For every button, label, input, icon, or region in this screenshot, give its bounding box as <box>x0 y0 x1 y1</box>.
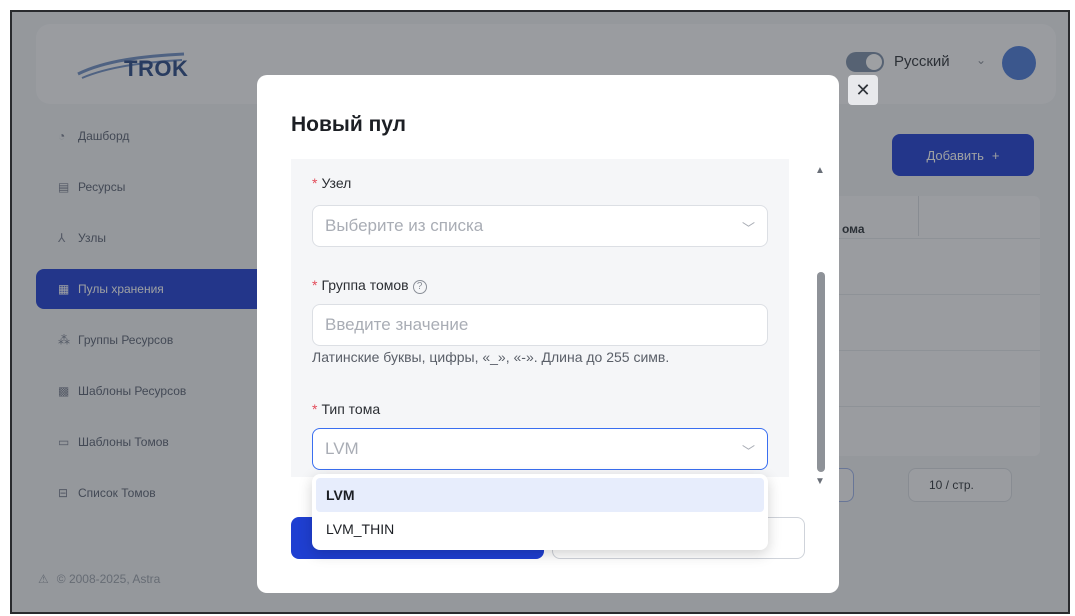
chevron-down-icon: ﹀ <box>741 444 755 459</box>
scroll-up-arrow-icon[interactable]: ▲ <box>815 165 825 176</box>
required-marker: * <box>312 277 318 293</box>
volume-group-label-text: Группа томов <box>321 277 409 293</box>
dialog-title: Новый пул <box>291 113 407 136</box>
volume-type-dropdown: LVM LVM_THIN <box>312 474 768 550</box>
scroll-down-arrow-icon[interactable]: ▼ <box>815 476 825 487</box>
required-marker: * <box>312 401 318 417</box>
required-marker: * <box>312 175 318 191</box>
close-icon: ✕ <box>855 79 871 100</box>
volume-type-value: LVM <box>325 439 359 458</box>
volume-type-label-text: Тип тома <box>321 401 381 417</box>
volume-group-label: * Группа томов? <box>312 277 427 294</box>
node-select[interactable]: Выберите из списка ﹀ <box>312 205 768 247</box>
volume-type-select[interactable]: LVM ﹀ <box>312 428 768 470</box>
volume-type-label: * Тип тома <box>312 401 380 417</box>
dropdown-option-lvm[interactable]: LVM <box>316 478 764 512</box>
volume-group-hint: Латинские буквы, цифры, «_», «-». Длина … <box>312 349 670 365</box>
volume-group-input[interactable]: Введите значение <box>312 304 768 346</box>
node-select-placeholder: Выберите из списка <box>325 216 484 235</box>
close-button[interactable]: ✕ <box>848 75 878 105</box>
help-icon[interactable]: ? <box>412 280 427 294</box>
chevron-down-icon: ﹀ <box>741 221 755 236</box>
dropdown-option-lvm-thin[interactable]: LVM_THIN <box>316 512 764 546</box>
node-label-text: Узел <box>321 175 352 191</box>
volume-group-placeholder: Введите значение <box>325 315 469 334</box>
node-label: * Узел <box>312 175 351 191</box>
scrollbar-thumb[interactable] <box>817 272 825 472</box>
